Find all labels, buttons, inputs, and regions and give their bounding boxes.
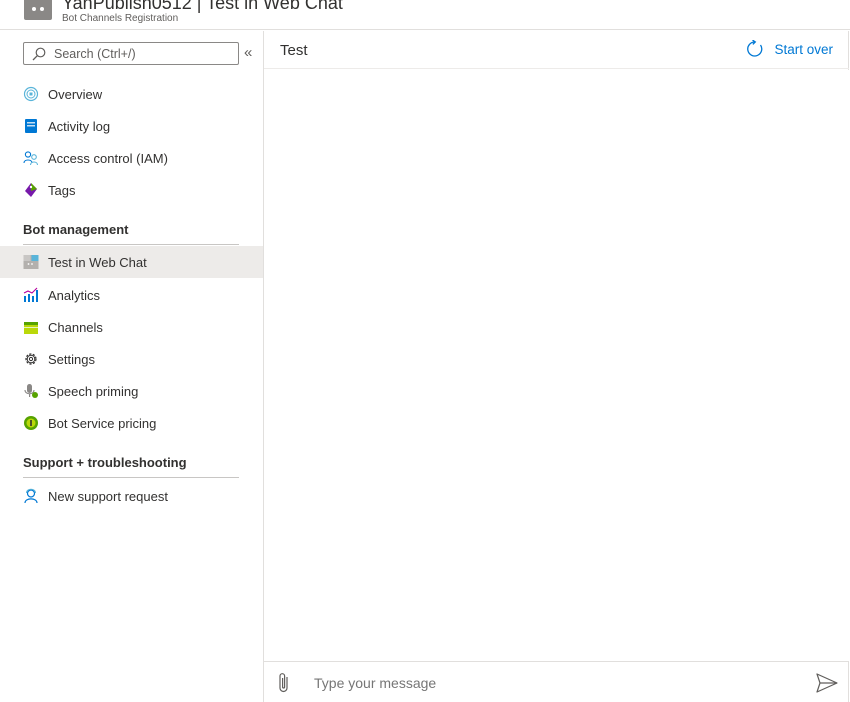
search-input[interactable] bbox=[54, 46, 234, 61]
search-box[interactable] bbox=[23, 42, 239, 65]
sidebar-item-label: New support request bbox=[48, 488, 168, 504]
tag-icon bbox=[23, 182, 39, 198]
search-icon bbox=[32, 47, 46, 60]
activity-log-icon bbox=[23, 118, 39, 134]
sidebar-item-access-control[interactable]: Access control (IAM) bbox=[0, 142, 263, 174]
sidebar-item-label: Bot Service pricing bbox=[48, 415, 157, 431]
chat-header: Test Start over bbox=[264, 31, 849, 69]
sidebar: « Overview Activity log bbox=[0, 31, 263, 702]
sidebar-item-new-support-request[interactable]: New support request bbox=[0, 480, 263, 512]
overview-icon bbox=[23, 86, 39, 102]
sidebar-item-label: Test in Web Chat bbox=[48, 254, 147, 270]
analytics-icon bbox=[23, 287, 39, 303]
section-header-bot-management: Bot management bbox=[23, 221, 239, 245]
sidebar-item-analytics[interactable]: Analytics bbox=[0, 279, 263, 311]
sidebar-item-channels[interactable]: Channels bbox=[0, 311, 263, 343]
send-icon[interactable] bbox=[816, 673, 838, 693]
chat-title: Test bbox=[280, 42, 308, 59]
sidebar-item-bot-service-pricing[interactable]: Bot Service pricing bbox=[0, 407, 263, 439]
web-chat-icon bbox=[23, 254, 39, 270]
sidebar-item-label: Channels bbox=[48, 319, 103, 335]
sidebar-item-overview[interactable]: Overview bbox=[0, 78, 263, 110]
sidebar-item-label: Tags bbox=[48, 182, 76, 198]
sidebar-item-label: Speech priming bbox=[48, 383, 139, 399]
paperclip-icon[interactable] bbox=[276, 671, 292, 695]
sidebar-item-label: Analytics bbox=[48, 287, 101, 303]
sidebar-item-tags[interactable]: Tags bbox=[0, 174, 263, 206]
gear-icon bbox=[23, 351, 39, 367]
sidebar-item-label: Overview bbox=[48, 86, 103, 102]
web-chat-pane: Test Start over bbox=[263, 31, 849, 702]
support-request-icon bbox=[23, 488, 39, 504]
blade-header: YanPublish0512 | Test in Web Chat Bot Ch… bbox=[0, 0, 850, 30]
start-over-label: Start over bbox=[774, 41, 833, 57]
message-composer bbox=[264, 661, 849, 702]
pricing-icon bbox=[23, 415, 39, 431]
collapse-sidebar-icon[interactable]: « bbox=[244, 45, 252, 61]
sidebar-item-settings[interactable]: Settings bbox=[0, 343, 263, 375]
sidebar-item-label: Activity log bbox=[48, 118, 111, 134]
section-header-support: Support + troubleshooting bbox=[23, 454, 239, 478]
chat-transcript[interactable] bbox=[264, 70, 849, 661]
page-subtitle: Bot Channels Registration bbox=[62, 13, 179, 24]
start-over-button[interactable]: Start over bbox=[746, 40, 833, 58]
bot-resource-icon bbox=[24, 0, 52, 20]
speech-priming-icon bbox=[23, 383, 39, 399]
channels-icon bbox=[23, 319, 39, 335]
message-input[interactable] bbox=[314, 672, 794, 694]
sidebar-item-activity-log[interactable]: Activity log bbox=[0, 110, 263, 142]
refresh-icon bbox=[747, 40, 763, 57]
sidebar-item-label: Access control (IAM) bbox=[48, 150, 168, 166]
sidebar-item-speech-priming[interactable]: Speech priming bbox=[0, 375, 263, 407]
page-title: YanPublish0512 | Test in Web Chat bbox=[62, 0, 343, 13]
sidebar-item-label: Settings bbox=[48, 351, 95, 367]
access-control-icon bbox=[23, 150, 39, 166]
sidebar-item-test-in-web-chat[interactable]: Test in Web Chat bbox=[0, 246, 263, 278]
